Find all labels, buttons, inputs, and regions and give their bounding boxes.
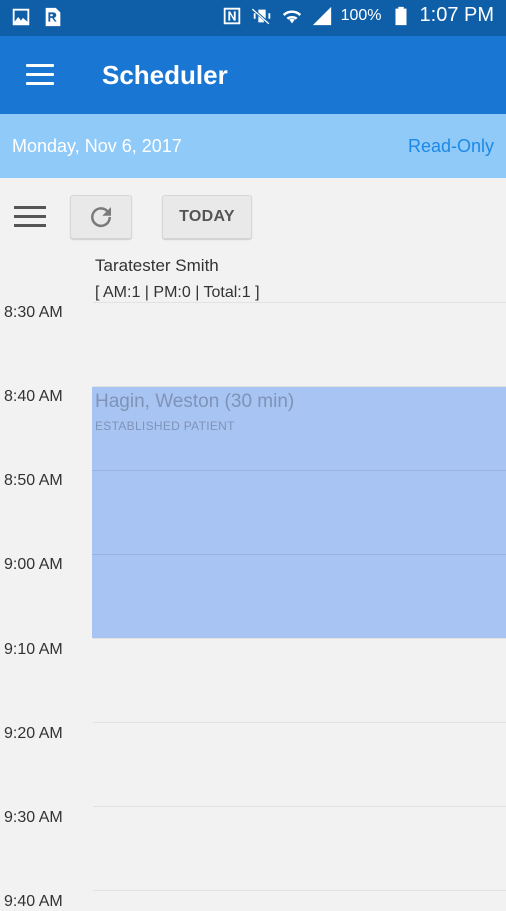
signal-icon xyxy=(311,5,333,27)
nfc-icon xyxy=(221,5,243,27)
time-label: 8:50 AM xyxy=(4,472,63,489)
refresh-icon xyxy=(91,207,112,228)
wifi-icon xyxy=(281,5,303,27)
battery-icon xyxy=(390,5,412,27)
slot-divider xyxy=(93,638,506,639)
provider-name: Taratester Smith xyxy=(95,256,219,275)
slot-divider xyxy=(93,722,506,723)
patient-name: Hagin, Weston (30 min) xyxy=(95,391,295,412)
vibrate-mute-icon xyxy=(251,5,273,27)
time-label: 9:00 AM xyxy=(4,556,63,573)
slot-divider xyxy=(93,302,506,303)
time-label: 9:40 AM xyxy=(4,893,63,910)
appointment-block[interactable]: Hagin, Weston (30 min) ESTABLISHED PATIE… xyxy=(92,387,506,638)
today-button[interactable]: TODAY xyxy=(162,195,252,239)
appointment-type: ESTABLISHED PATIENT xyxy=(95,419,235,433)
appointment-slot-divider xyxy=(92,554,506,555)
appointment-counts: [ AM:1 | PM:0 | Total:1 ] xyxy=(95,284,260,301)
list-menu-icon[interactable] xyxy=(14,206,46,228)
date-bar: Monday, Nov 6, 2017 Read-Only xyxy=(0,114,506,178)
prescription-icon xyxy=(42,6,64,28)
time-label: 8:40 AM xyxy=(4,388,63,405)
time-label: 9:30 AM xyxy=(4,809,63,826)
clock: 1:07 PM xyxy=(419,4,494,26)
status-bar: 100% 1:07 PM xyxy=(0,0,506,36)
time-label: 9:20 AM xyxy=(4,725,63,742)
refresh-button[interactable] xyxy=(70,195,132,239)
hamburger-icon[interactable] xyxy=(26,64,54,86)
app-bar: Scheduler xyxy=(0,36,506,114)
schedule-toolbar: TODAY xyxy=(0,178,506,252)
slot-divider xyxy=(93,806,506,807)
battery-percent: 100% xyxy=(340,6,382,24)
slot-divider xyxy=(93,890,506,891)
app-title: Scheduler xyxy=(102,60,228,90)
provider-header: Taratester Smith [ AM:1 | PM:0 | Total:1… xyxy=(95,256,260,302)
current-date[interactable]: Monday, Nov 6, 2017 xyxy=(12,136,182,157)
appointment-slot-divider xyxy=(92,470,506,471)
time-label: 8:30 AM xyxy=(4,304,63,321)
read-only-label: Read-Only xyxy=(407,136,494,156)
gallery-icon xyxy=(10,6,32,28)
time-label: 9:10 AM xyxy=(4,641,63,658)
